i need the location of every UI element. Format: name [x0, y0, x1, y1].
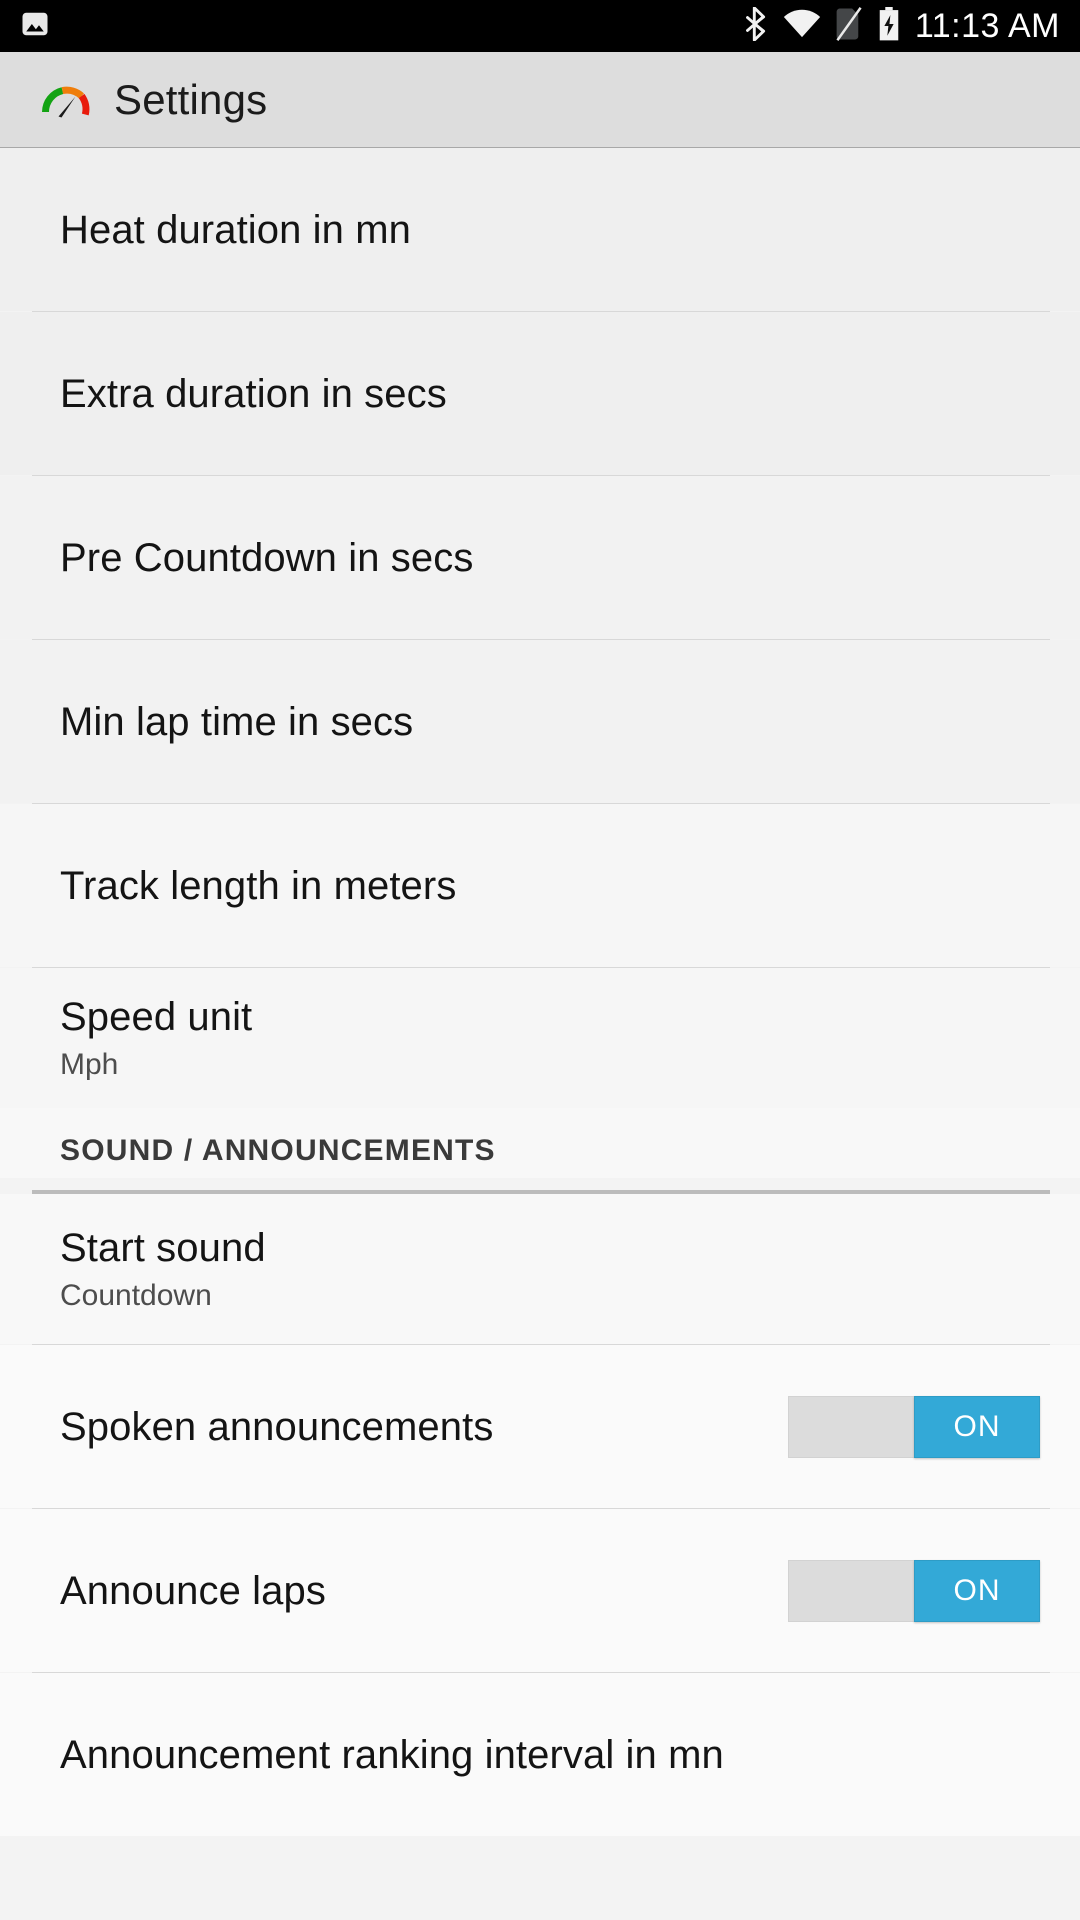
status-bar-clock: 11:13 AM [914, 6, 1060, 45]
status-bar-notifications [20, 9, 50, 44]
pref-title: Speed unit [60, 994, 253, 1039]
pref-row[interactable]: Min lap time in secs [0, 640, 1080, 803]
pref-title: Spoken announcements [60, 1404, 494, 1449]
announce-laps-switch[interactable]: ON [788, 1559, 1040, 1622]
switch-state-label: ON [953, 1573, 1001, 1607]
pref-row[interactable]: Track length in meters [0, 804, 1080, 967]
pref-row-announcement-ranking-interval[interactable]: Announcement ranking interval in mn [0, 1673, 1080, 1836]
section-header: SOUND / ANNOUNCEMENTS [0, 1108, 1080, 1178]
pref-title: Track length in meters [60, 863, 457, 908]
status-bar-icons: 11:13 AM [743, 5, 1060, 46]
image-icon [20, 9, 50, 44]
pref-row-start-sound[interactable]: Start sound Countdown [0, 1194, 1080, 1344]
pref-row-speed-unit[interactable]: Speed unit Mph [0, 968, 1080, 1108]
pref-summary: Countdown [60, 1278, 212, 1312]
pref-title: Min lap time in secs [60, 699, 414, 744]
status-bar: 11:13 AM [0, 0, 1080, 52]
pref-title: Announcement ranking interval in mn [60, 1732, 724, 1777]
pref-row-spoken-announcements[interactable]: Spoken announcements ON [0, 1345, 1080, 1508]
pref-title: Announce laps [60, 1568, 326, 1613]
pref-row[interactable]: Heat duration in mn [0, 148, 1080, 311]
wifi-icon [783, 9, 821, 44]
pref-summary: Mph [60, 1047, 119, 1081]
spoken-announcements-switch[interactable]: ON [788, 1395, 1040, 1458]
switch-thumb[interactable]: ON [914, 1559, 1040, 1622]
pref-title: Start sound [60, 1225, 266, 1270]
page-title: Settings [114, 75, 268, 123]
switch-thumb[interactable]: ON [914, 1395, 1040, 1458]
bluetooth-icon [743, 5, 769, 46]
section-label: SOUND / ANNOUNCEMENTS [60, 1134, 496, 1167]
pref-title: Heat duration in mn [60, 207, 411, 252]
action-bar[interactable]: Settings [0, 52, 1080, 152]
pref-title: Pre Countdown in secs [60, 535, 474, 580]
speedometer-icon [38, 72, 94, 128]
settings-list[interactable]: Heat duration in mn Extra duration in se… [0, 148, 1080, 1920]
pref-row-announce-laps[interactable]: Announce laps ON [0, 1509, 1080, 1672]
pref-row[interactable]: Extra duration in secs [0, 312, 1080, 475]
no-sim-icon [835, 6, 863, 46]
pref-row[interactable]: Pre Countdown in secs [0, 476, 1080, 639]
switch-state-label: ON [953, 1409, 1001, 1443]
pref-title: Extra duration in secs [60, 371, 447, 416]
battery-charging-icon [877, 6, 901, 46]
